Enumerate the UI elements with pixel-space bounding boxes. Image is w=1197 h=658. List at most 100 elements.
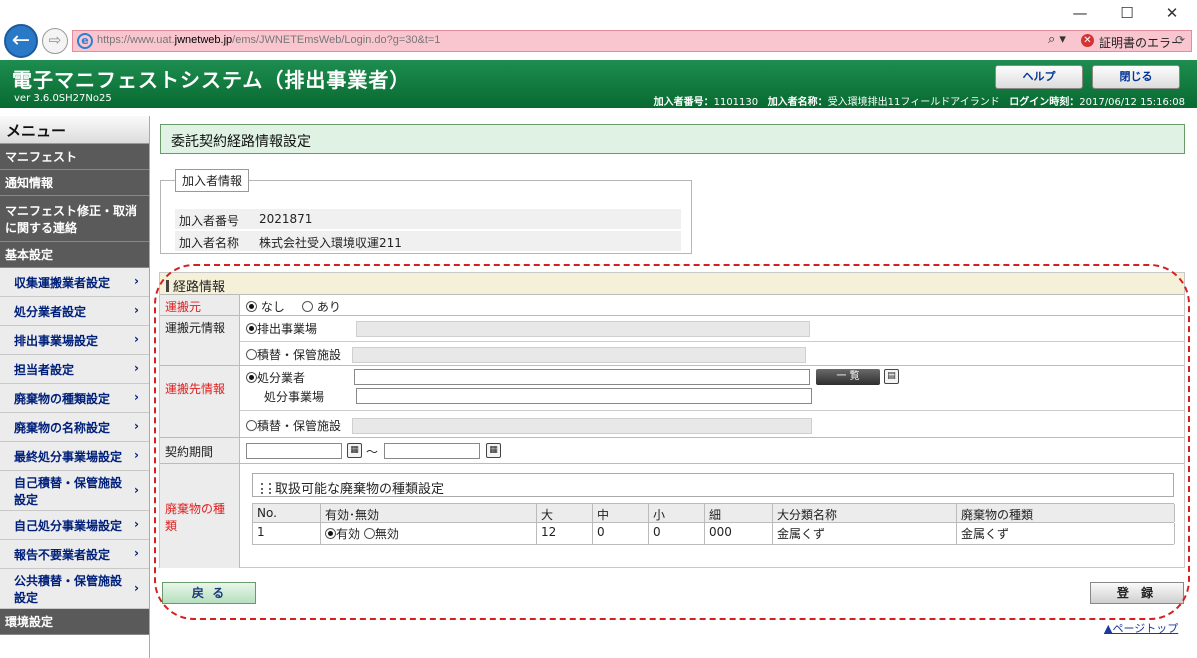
sidebar-item-label: 処分業者設定 — [14, 304, 87, 319]
waste-table-header: No. 有効･無効大中小細大分類名称 廃棄物の種類 — [252, 503, 1175, 523]
sidebar-item-label: 廃棄物の名称設定 — [14, 420, 111, 435]
address-url[interactable]: https://www.uat.jwnetweb.jp/ems/JWNETEms… — [97, 34, 440, 46]
chevron-right-icon: › — [134, 274, 139, 288]
period-end-input[interactable] — [384, 443, 480, 459]
disposal-site-input[interactable] — [356, 388, 812, 404]
sidebar-item-label: 最終処分事業場設定 — [14, 449, 123, 464]
back-arrow-icon[interactable]: ← — [4, 24, 38, 58]
disposer-input[interactable] — [354, 369, 810, 385]
sidebar-item-label: 廃棄物の種類設定 — [14, 391, 111, 406]
chevron-right-icon: › — [134, 390, 139, 404]
forward-arrow-icon[interactable]: ⇨ — [42, 28, 68, 54]
carrier-label: 運搬元 — [160, 295, 240, 315]
row-category: 金属くず — [773, 523, 957, 544]
carrier-yes-radio[interactable]: あり — [302, 298, 341, 315]
radio-on-icon — [246, 372, 257, 383]
dest-transfer-facility-radio[interactable]: 積替・保管施設 — [246, 417, 341, 434]
sidebar-item[interactable]: 報告不要業者設定 › — [0, 540, 149, 569]
period-label: 契約期間 — [160, 438, 240, 463]
cert-error-icon[interactable]: ✕ — [1081, 34, 1094, 47]
transfer-facility-input[interactable] — [352, 347, 806, 363]
ie-icon: e — [77, 33, 93, 49]
grid-icon — [261, 483, 271, 494]
sidebar-item-label: 担当者設定 — [14, 362, 75, 377]
subscriber-name-value: 株式会社受入環境収運211 — [259, 236, 402, 250]
sidebar-item[interactable]: 収集運搬業者設定 › — [0, 268, 149, 297]
sidebar-item[interactable]: 廃棄物の種類設定 › — [0, 384, 149, 413]
emission-site-input[interactable] — [356, 321, 810, 337]
chevron-right-icon: › — [134, 580, 139, 595]
page-top-link[interactable]: ▲ページトップ — [1104, 620, 1178, 636]
sidebar-section[interactable]: 環境設定 — [0, 609, 149, 635]
refresh-icon[interactable]: ⟳ — [1175, 33, 1185, 47]
sidebar-item[interactable]: 排出事業場設定 › — [0, 326, 149, 355]
chevron-right-icon: › — [134, 303, 139, 317]
sidebar-section[interactable]: 基本設定 — [0, 242, 149, 268]
emission-site-radio[interactable]: 排出事業場 — [246, 320, 317, 337]
sidebar-item-label: 公共積替・保管施設設定 — [14, 573, 123, 605]
close-button[interactable]: 閉じる — [1092, 65, 1180, 89]
chevron-right-icon: › — [134, 546, 139, 560]
subscriber-info: 加入者情報 加入者番号 2021871 加入者名称 株式会社受入環境収運211 — [160, 169, 692, 254]
column-header: 細 — [705, 504, 773, 522]
sidebar-section[interactable]: マニフェスト — [0, 144, 149, 170]
carrier-info-label: 運搬元情報 — [160, 316, 240, 365]
waste-kind-table: 取扱可能な廃棄物の種類設定 No. 有効･無効大中小細大分類名称 廃棄物の種類 1 … — [252, 473, 1175, 547]
radio-off-icon — [363, 528, 375, 539]
minimize-icon[interactable]: — — [1060, 4, 1100, 22]
sidebar-item[interactable]: 公共積替・保管施設設定 › — [0, 569, 149, 609]
calendar-icon[interactable]: ▦ — [486, 443, 501, 458]
app-version: ver 3.6.0SH27No25 — [14, 93, 112, 104]
sidebar-item[interactable]: 廃棄物の名称設定 › — [0, 413, 149, 442]
enabled-radio[interactable]: 有効 — [325, 527, 360, 541]
destination-row: 運搬先情報 処分業者 一 覧 ▤ 処分事業場 積替・保管施設 — [160, 366, 1184, 438]
sidebar-section[interactable]: 通知情報 — [0, 170, 149, 196]
disposer-radio[interactable]: 処分業者 — [246, 369, 305, 386]
main-content: 委託契約経路情報設定 加入者情報 加入者番号 2021871 加入者名称 株式会… — [150, 116, 1197, 658]
disposal-site-label: 処分事業場 — [264, 390, 325, 404]
address-bar[interactable]: e https://www.uat.jwnetweb.jp/ems/JWNETE… — [72, 30, 1192, 52]
route-panel: 経路情報 運搬元 なし あり 運搬元情報 排出事業場 積替・保管施設 運搬先情報 — [159, 272, 1185, 568]
chevron-right-icon: › — [134, 517, 139, 531]
back-button[interactable]: 戻 る — [162, 582, 256, 604]
column-header: 廃棄物の種類 — [957, 504, 1175, 522]
sidebar-item-label: 収集運搬業者設定 — [14, 275, 111, 290]
menu-title: メニュー — [0, 116, 149, 144]
search-icon[interactable]: ⌕ ▾ — [1048, 32, 1066, 47]
subscriber-no-label: 加入者番号 — [179, 214, 240, 228]
subscriber-name-row: 加入者名称 株式会社受入環境収運211 — [175, 231, 681, 251]
row-fine: 000 — [705, 523, 773, 544]
maximize-icon[interactable]: ☐ — [1107, 4, 1147, 22]
dest-transfer-facility-input[interactable] — [352, 418, 812, 434]
carrier-info-row: 運搬元情報 排出事業場 積替・保管施設 — [160, 316, 1184, 366]
help-button[interactable]: ヘルプ — [995, 65, 1083, 89]
register-button[interactable]: 登 録 — [1090, 582, 1184, 604]
subscriber-name-label: 加入者名称 — [179, 236, 240, 250]
period-start-input[interactable] — [246, 443, 342, 459]
disabled-radio[interactable]: 無効 — [363, 527, 399, 541]
sidebar-item[interactable]: 最終処分事業場設定 › — [0, 442, 149, 471]
sidebar-item[interactable]: 処分業者設定 › — [0, 297, 149, 326]
cert-error-label[interactable]: 証明書のエラー — [1099, 34, 1183, 51]
column-header: 小 — [649, 504, 705, 522]
sidebar-item[interactable]: 自己処分事業場設定 › — [0, 511, 149, 540]
sidebar-list: マニフェスト 通知情報 マニフェスト修正・取消に関する連絡基本設定収集運搬業者設定 ›… — [0, 144, 149, 635]
sidebar: メニュー マニフェスト 通知情報 マニフェスト修正・取消に関する連絡基本設定収集運搬… — [0, 116, 150, 658]
chevron-right-icon: › — [134, 482, 139, 497]
column-header: 有効･無効 — [321, 504, 537, 522]
carrier-none-radio[interactable]: なし — [246, 298, 285, 315]
period-row: 契約期間 ▦ 〜 ▦ — [160, 438, 1184, 464]
calendar-icon[interactable]: ▦ — [347, 443, 362, 458]
subscriber-legend: 加入者情報 — [175, 169, 250, 192]
close-window-icon[interactable]: ✕ — [1152, 4, 1192, 22]
row-mid: 0 — [593, 523, 649, 544]
sidebar-item-label: 基本設定 — [5, 248, 54, 262]
radio-on-icon — [246, 323, 257, 334]
list-button[interactable]: 一 覧 — [816, 369, 880, 385]
sidebar-item-label: 自己処分事業場設定 — [14, 518, 123, 533]
sidebar-section[interactable]: マニフェスト修正・取消に関する連絡 — [0, 196, 149, 242]
transfer-facility-radio[interactable]: 積替・保管施設 — [246, 346, 341, 363]
lookup-icon[interactable]: ▤ — [884, 369, 899, 384]
sidebar-item[interactable]: 担当者設定 › — [0, 355, 149, 384]
sidebar-item[interactable]: 自己積替・保管施設設定 › — [0, 471, 149, 511]
